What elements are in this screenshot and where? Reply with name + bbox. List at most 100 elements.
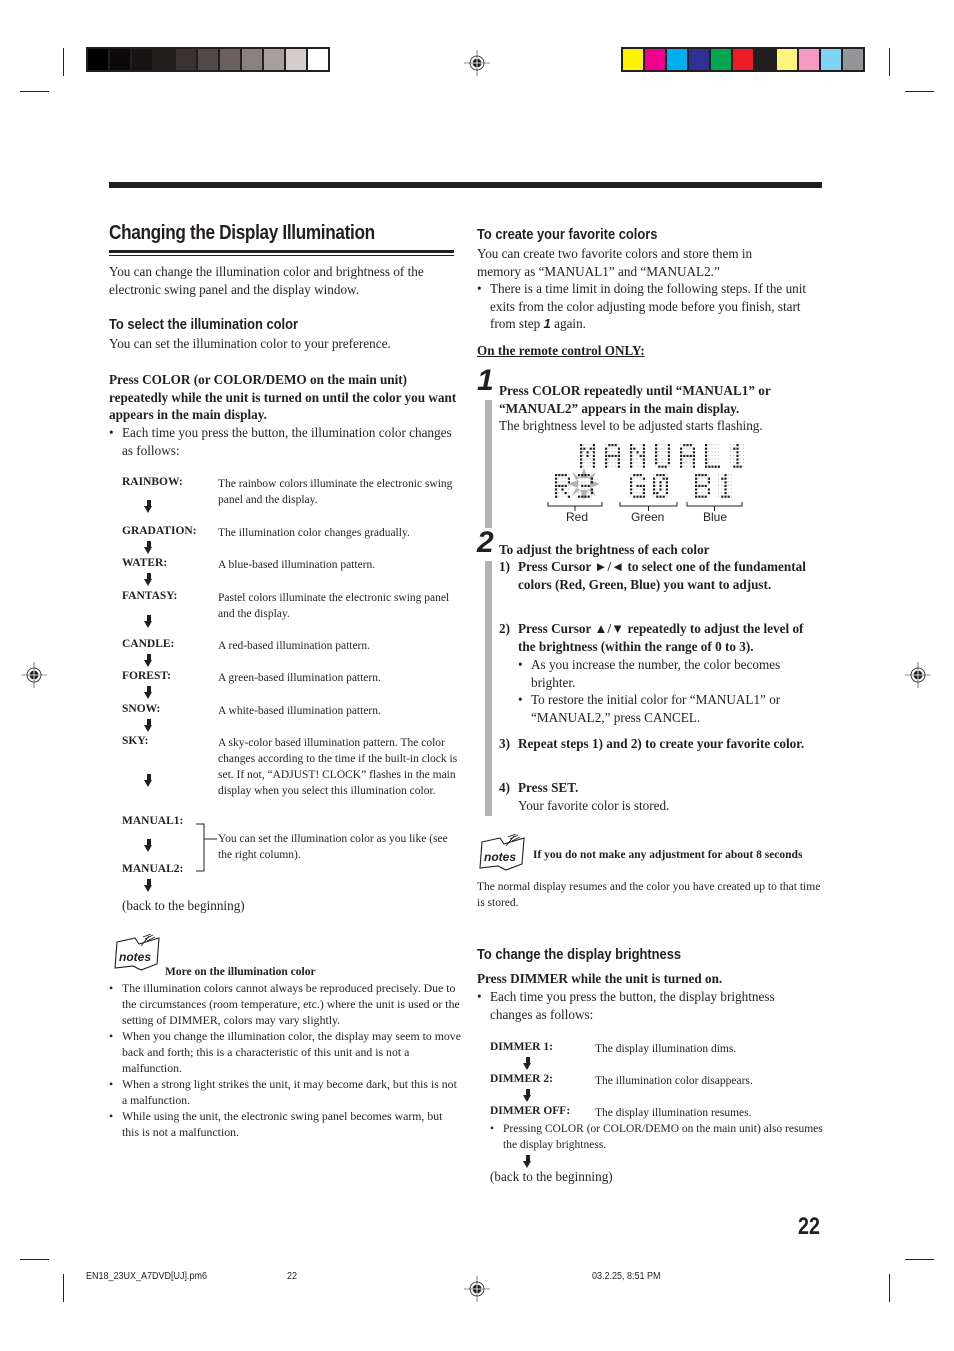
notes-icon: notes [479, 834, 525, 871]
dimmer-note: Pressing COLOR (or COLOR/DEMO on the mai… [490, 1121, 833, 1153]
footer-filename: EN18_23UX_A7DVD[UJ].pm6 [86, 1271, 208, 1282]
note-item: The illumination colors cannot always be… [109, 980, 462, 1028]
down-arrow-icon [523, 1057, 532, 1070]
cycle-desc-forest: A green-based illumination pattern. [218, 672, 381, 684]
color-swatch [689, 49, 709, 70]
step-number: 1 [477, 364, 494, 397]
color-swatch [843, 49, 863, 70]
substep-text: Press Cursor ▲/▼ repeatedly to adjust th… [518, 621, 804, 654]
crop-mark [63, 1274, 64, 1302]
footer-date: 03.2.25, 8:51 PM [592, 1271, 661, 1282]
substep-number: 1) [499, 559, 510, 574]
notes-heading: If you do not make any adjustment for ab… [533, 849, 803, 861]
time-limit-bullet: There is a time limit in doing the follo… [477, 280, 820, 333]
display-char [580, 444, 595, 468]
display-char [630, 474, 645, 498]
cycle-label-water: WATER: [122, 557, 168, 569]
crop-mark [63, 48, 64, 76]
down-arrow-icon [144, 686, 153, 699]
dimmer-label: DIMMER OFF: [490, 1105, 571, 1117]
gray-swatch [286, 49, 306, 70]
dimmer-desc: The illumination color disappears. [595, 1075, 753, 1087]
gray-swatch [264, 49, 284, 70]
gray-swatch [176, 49, 196, 70]
note-item: While using the unit, the electronic swi… [109, 1108, 462, 1140]
registration-target-icon [905, 662, 931, 688]
gray-swatch [110, 49, 130, 70]
manual-desc: You can set the illumination color as yo… [218, 833, 448, 861]
gray-calibration-bar [86, 47, 330, 72]
color-swatch [755, 49, 775, 70]
dimmer-label: DIMMER 2: [490, 1073, 553, 1085]
back-to-beginning: (back to the beginning) [490, 1169, 613, 1184]
color-instruction: Press COLOR (or COLOR/DEMO on the main u… [109, 372, 457, 423]
cycle-label-forest: FOREST: [122, 670, 171, 682]
display-char [680, 444, 695, 468]
time-limit-text-end: again. [550, 316, 586, 332]
color-swatch [711, 49, 731, 70]
color-swatch [777, 49, 797, 70]
dimmer-label: DIMMER 1: [490, 1041, 553, 1053]
display-char [705, 444, 720, 468]
display-char [605, 444, 620, 468]
color-swatch [821, 49, 841, 70]
notes-text: The normal display resumes and the color… [477, 881, 821, 909]
color-swatch [799, 49, 819, 70]
crop-mark [889, 48, 890, 76]
cycle-label-manual2: MANUAL2: [122, 863, 184, 875]
gray-swatch [242, 49, 262, 70]
display-char [630, 444, 645, 468]
crop-mark [20, 91, 49, 92]
down-arrow-icon [144, 879, 153, 892]
cycle-desc-water: A blue-based illumination pattern. [218, 559, 376, 571]
cycle-desc-candle: A red-based illumination pattern. [218, 640, 371, 652]
step-bar [485, 400, 492, 528]
display-char [695, 474, 710, 498]
display-char [730, 444, 744, 468]
create-colors-text: You can create two favorite colors and s… [477, 246, 753, 279]
title-rule [109, 250, 454, 253]
step-bar [485, 561, 492, 816]
notes-icon-label: notes [484, 850, 516, 864]
cycle-label-sky: SKY: [122, 735, 149, 747]
cycle-label-manual1: MANUAL1: [122, 815, 184, 827]
cycle-desc-rainbow: The rainbow colors illuminate the electr… [218, 478, 453, 506]
manual-bracket [196, 823, 217, 872]
footer-page: 22 [287, 1271, 298, 1282]
back-to-beginning: (back to the beginning) [122, 898, 245, 913]
select-color-text: You can set the illumination color to yo… [109, 336, 391, 351]
gray-swatch [154, 49, 174, 70]
notes-icon-label: notes [119, 950, 151, 964]
display-label-blue: Blue [703, 510, 728, 524]
gray-swatch [308, 49, 328, 70]
dimmer-desc: The display illumination dims. [595, 1043, 737, 1055]
registration-target-icon [464, 50, 490, 76]
cycle-label-candle: CANDLE: [122, 638, 175, 650]
cycle-desc-sky: A sky-color based illumination pattern. … [218, 737, 458, 797]
color-swatch [623, 49, 643, 70]
section-title: Changing the Display Illumination [109, 222, 375, 244]
down-arrow-icon [144, 839, 153, 852]
substep-number: 4) [499, 780, 510, 795]
note-item: When a strong light strikes the unit, it… [109, 1076, 462, 1108]
intro-text: You can change the illumination color an… [109, 264, 424, 297]
down-arrow-icon [523, 1155, 532, 1168]
substep-number: 2) [499, 621, 510, 636]
header-rule [109, 182, 822, 188]
cycle-desc-gradation: The illumination color changes gradually… [218, 527, 410, 539]
step2-heading: To adjust the brightness of each color [499, 542, 710, 557]
title-rule-thin [109, 255, 454, 256]
set-result-text: Your favorite color is stored. [518, 798, 670, 813]
down-arrow-icon [144, 541, 153, 554]
cycle-label-rainbow: RAINBOW: [122, 476, 183, 488]
display-label-red: Red [566, 510, 589, 524]
notes-heading: More on the illumination color [165, 966, 316, 978]
substep-text: Repeat steps 1) and 2) to create your fa… [518, 736, 805, 751]
substep-number: 3) [499, 736, 510, 751]
time-limit-text: There is a time limit in doing the follo… [490, 281, 807, 332]
gray-swatch [220, 49, 240, 70]
color-swatch [667, 49, 687, 70]
cycle-label-fantasy: FANTASY: [122, 590, 178, 602]
substep-text: Press Cursor ►/◄ to select one of the fu… [518, 559, 806, 592]
step-ref: 1 [543, 316, 551, 332]
